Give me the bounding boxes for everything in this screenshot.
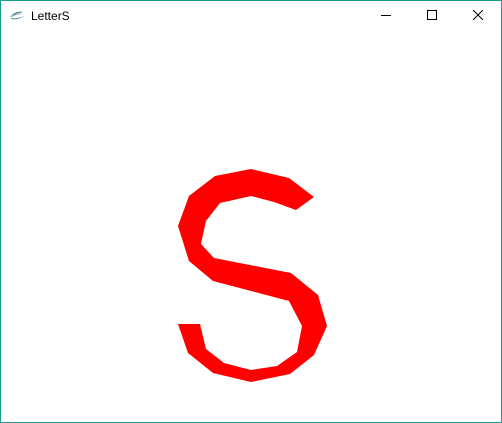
maximize-icon — [427, 7, 437, 25]
close-icon — [472, 7, 484, 25]
app-window: LetterS — [0, 0, 502, 423]
java-app-icon — [9, 9, 25, 23]
minimize-icon — [381, 7, 391, 25]
letter-s-shape — [178, 169, 327, 382]
title-bar[interactable]: LetterS — [1, 1, 501, 31]
window-title: LetterS — [31, 9, 70, 23]
minimize-button[interactable] — [363, 1, 409, 31]
maximize-button[interactable] — [409, 1, 455, 31]
letter-s-drawing — [178, 169, 327, 382]
drawing-canvas — [1, 31, 501, 422]
close-button[interactable] — [455, 1, 501, 31]
